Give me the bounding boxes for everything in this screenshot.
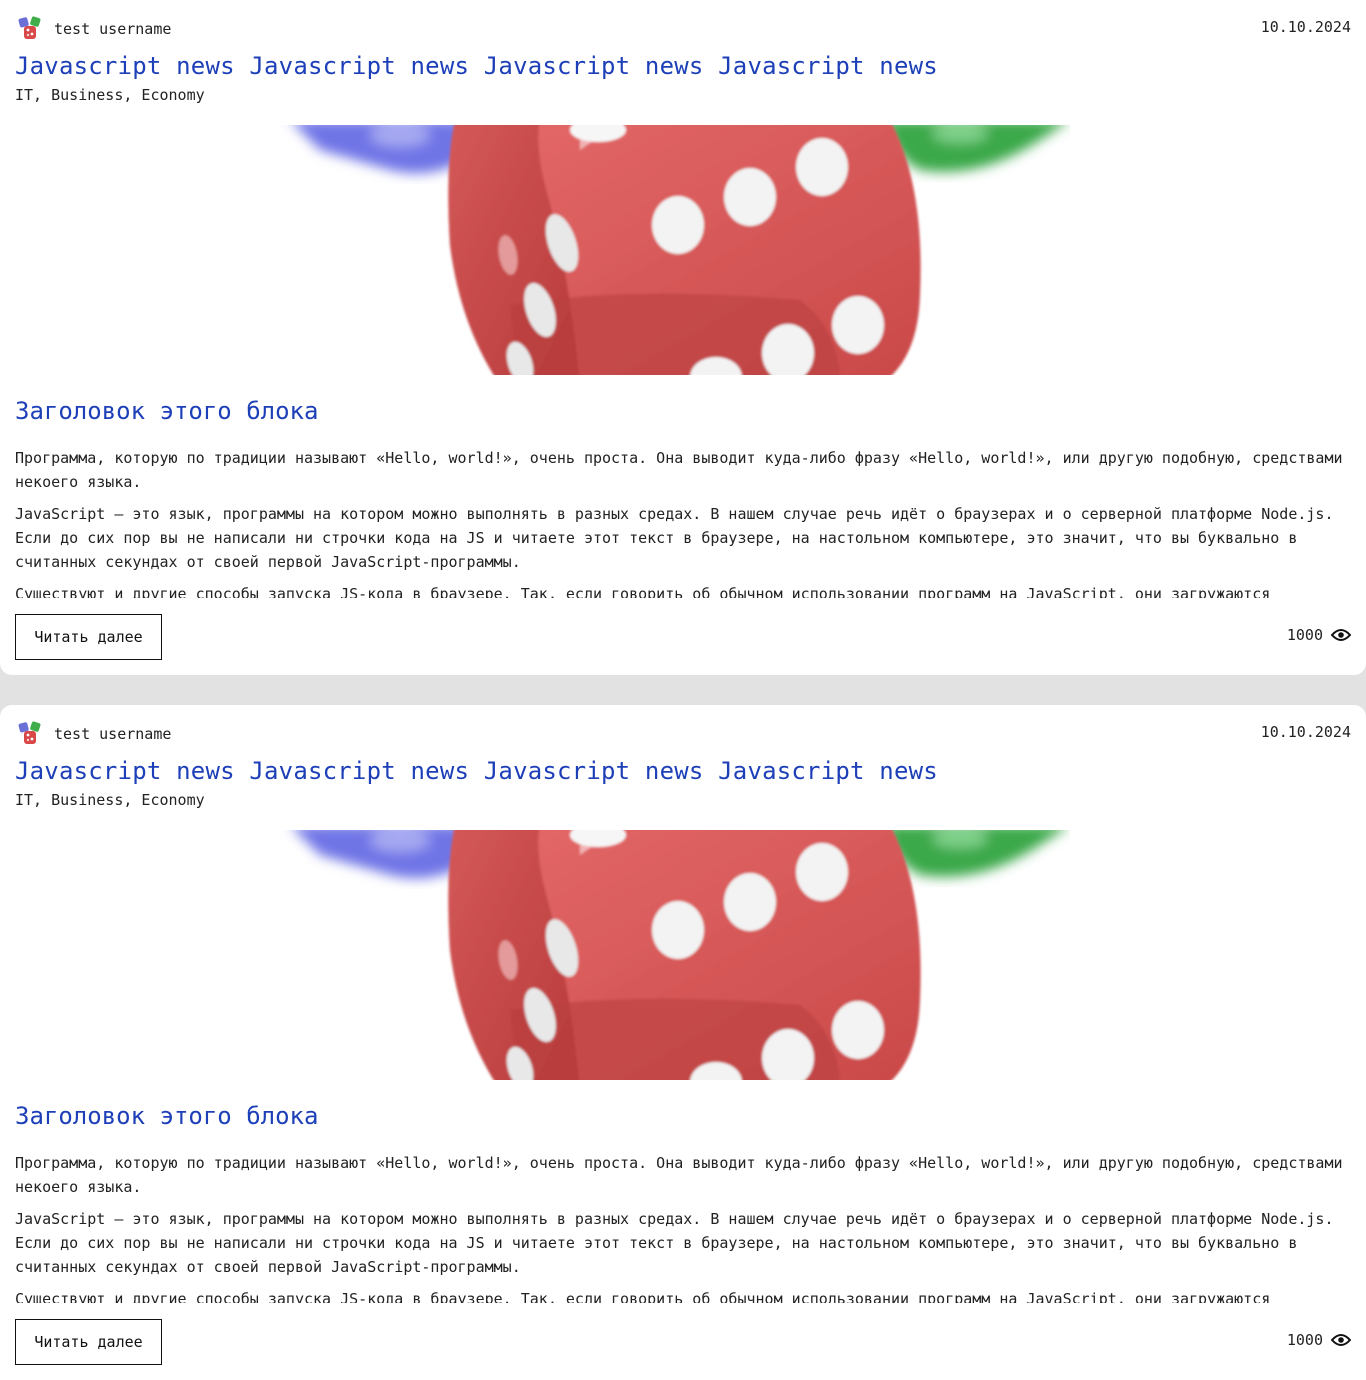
post-title[interactable]: Javascript news Javascript news Javascri… xyxy=(15,52,938,80)
excerpt-paragraph: Существуют и другие способы запуска JS-к… xyxy=(15,1290,1271,1303)
view-count: 1000 xyxy=(1287,1331,1351,1349)
post-excerpt: Программа, которую по традиции называют … xyxy=(15,1151,1351,1303)
view-count-value: 1000 xyxy=(1286,1331,1323,1349)
post-tags: IT, Business, Economy xyxy=(15,86,205,104)
news-card: test username 10.10.2024 Javascript news… xyxy=(0,0,1366,675)
eye-icon xyxy=(1331,1334,1351,1346)
excerpt-paragraph: JavaScript — это язык, программы на кото… xyxy=(15,505,1334,571)
view-count-value: 1000 xyxy=(1286,626,1323,644)
author[interactable]: test username xyxy=(18,721,171,747)
block-title: Заголовок этого блока xyxy=(15,1102,319,1130)
post-tags: IT, Business, Economy xyxy=(15,791,205,809)
eye-icon xyxy=(1331,629,1351,641)
dice-image xyxy=(295,125,1063,375)
dice-image xyxy=(295,830,1063,1080)
excerpt-paragraph: Существуют и другие способы запуска JS-к… xyxy=(15,585,1271,598)
dice-avatar-icon xyxy=(18,16,41,39)
author-name: test username xyxy=(54,725,172,743)
post-date: 10.10.2024 xyxy=(1260,18,1351,36)
post-title[interactable]: Javascript news Javascript news Javascri… xyxy=(15,757,938,785)
view-count: 1000 xyxy=(1287,626,1351,644)
dice-avatar-icon xyxy=(18,721,41,744)
read-more-button[interactable]: Читать далее xyxy=(15,1319,162,1365)
read-more-button[interactable]: Читать далее xyxy=(15,614,162,660)
excerpt-paragraph: Программа, которую по традиции называют … xyxy=(15,449,1343,491)
post-excerpt: Программа, которую по традиции называют … xyxy=(15,446,1351,598)
block-title: Заголовок этого блока xyxy=(15,397,319,425)
post-image xyxy=(280,830,1070,1080)
author[interactable]: test username xyxy=(18,16,171,42)
post-image xyxy=(280,125,1070,375)
author-name: test username xyxy=(54,20,172,38)
excerpt-paragraph: Программа, которую по традиции называют … xyxy=(15,1154,1343,1196)
news-card: test username 10.10.2024 Javascript news… xyxy=(0,705,1366,1380)
post-date: 10.10.2024 xyxy=(1260,723,1351,741)
excerpt-paragraph: JavaScript — это язык, программы на кото… xyxy=(15,1210,1334,1276)
